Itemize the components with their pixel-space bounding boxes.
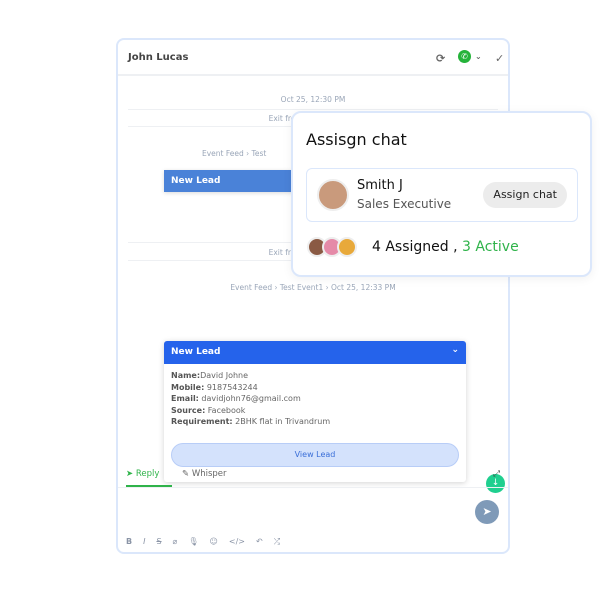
italic-icon[interactable]: I (143, 537, 145, 547)
mic-icon[interactable]: 🎙︎ (188, 537, 198, 547)
event-feed: Event Feed › Test (202, 149, 267, 158)
reply-icon[interactable]: ↶ (256, 537, 263, 547)
format-toolbar: B I S ⌀ 🎙︎ ☺ </> ↶ ⤮ (126, 537, 280, 547)
shuffle-icon[interactable]: ⤮ (274, 537, 280, 547)
tab-whisper[interactable]: ✎ Whisper (182, 469, 227, 479)
tab-reply[interactable]: ➤ Reply (126, 469, 172, 487)
whatsapp-icon[interactable]: ✆ (458, 50, 471, 63)
assignee-row: Smith J Sales Executive Assign chat (306, 168, 578, 222)
person-role: Sales Executive (357, 197, 452, 211)
check-icon[interactable]: ✓ (495, 52, 504, 65)
event-feed: Event Feed › Test Event1 › Oct 25, 12:33… (230, 283, 396, 292)
paperclip-icon[interactable]: ⌀ (173, 537, 178, 547)
bold-icon[interactable]: B (126, 537, 132, 547)
lead-fields: Name:David Johne Mobile: 9187543244 Emai… (171, 371, 331, 426)
refresh-icon[interactable]: ⟳ (436, 52, 445, 65)
person-name: Smith J (357, 178, 403, 193)
avatar (317, 179, 349, 211)
assign-chat-button[interactable]: Assign chat (483, 182, 567, 208)
expand-icon[interactable]: ⤢ (493, 469, 500, 479)
contact-name: John Lucas (128, 51, 189, 63)
code-icon[interactable]: </> (229, 537, 245, 547)
popup-title: Assisgn chat (306, 130, 407, 149)
strikethrough-icon[interactable]: S (156, 537, 161, 547)
chat-header: John Lucas ⟳ ✆ ⌄ ✓ (118, 40, 508, 76)
lead-title: New Lead (171, 347, 221, 357)
assignment-summary: 4 Assigned , 3 Active (372, 239, 519, 255)
send-button[interactable]: ➤ (475, 500, 499, 524)
chevron-down-icon[interactable]: ⌄ (451, 345, 459, 355)
chevron-down-icon[interactable]: ⌄ (475, 52, 482, 61)
timestamp: Oct 25, 12:30 PM (280, 95, 346, 104)
lead-card: New Lead ⌄ Name:David Johne Mobile: 91875… (164, 341, 466, 482)
emoji-icon[interactable]: ☺ (210, 537, 218, 547)
assign-chat-popup: Assisgn chat Smith J Sales Executive Ass… (291, 111, 592, 277)
composer-tabs: ➤ Reply ✎ Whisper ⤢ (118, 462, 508, 488)
avatar (337, 237, 357, 257)
